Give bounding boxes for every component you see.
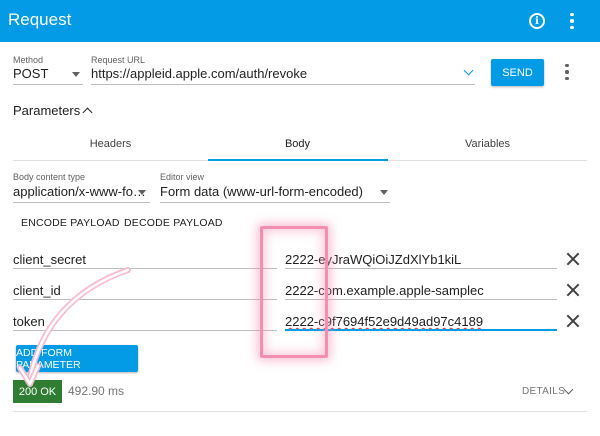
annotation-arrow-icon [17, 267, 131, 387]
